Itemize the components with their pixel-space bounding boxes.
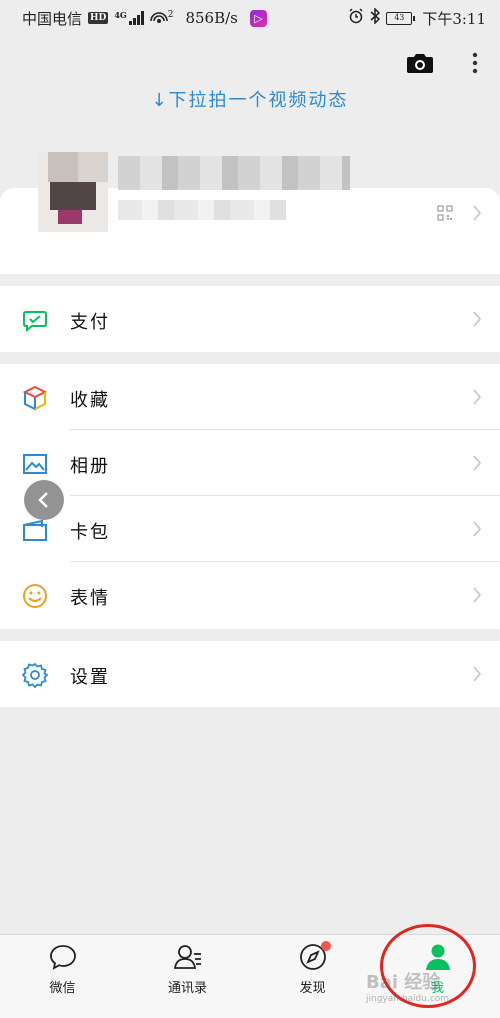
video-app-icon: ▷ [249,9,267,27]
menu-item-label: 卡包 [70,522,110,543]
chevron-right-icon [473,205,482,221]
avatar[interactable] [38,152,108,232]
menu-item-settings[interactable]: 设置 [0,641,500,707]
chevron-right-icon [473,389,482,405]
chevron-right-icon [473,587,482,603]
pay-section: 支付 [0,286,500,352]
alarm-icon [348,8,364,28]
wechat-id-redacted [118,200,286,220]
card-wallet-icon [23,519,47,541]
album-icon [23,454,47,474]
more-options-button[interactable] [466,50,484,76]
more-vertical-icon [472,52,478,74]
hotspot-icon: 2 [149,10,174,26]
watermark-text: Bai 经验 [366,972,441,993]
menu-item-favorites[interactable]: 收藏 [0,364,500,430]
status-bar: 中国电信 HD 4G 2 856B/s ▷ 43 下午3:11 [0,0,500,36]
menu-item-label: 相册 [70,456,110,477]
status-bar-right: 43 下午3:11 [348,7,486,29]
carrier-name: 中国电信 [22,9,83,28]
contacts-icon [173,945,201,969]
watermark-url: jingyan.baidu.com [366,994,450,1004]
network-speed: 856B/s [185,9,238,27]
notification-dot [320,941,331,951]
tab-contacts[interactable]: 通讯录 [125,935,250,1018]
settings-section: 设置 [0,641,500,707]
menu-item-stickers[interactable]: 表情 [0,562,500,628]
clock: 下午3:11 [422,9,486,28]
gear-icon [22,662,48,688]
tab-chats[interactable]: 微信 [0,935,125,1018]
tab-label: 通讯录 [167,981,207,996]
smiley-icon [23,584,47,608]
chat-bubble-icon [49,945,76,970]
menu-item-label: 收藏 [70,390,110,411]
tab-discover[interactable]: 发现 [250,935,375,1018]
tab-label: 微信 [49,981,76,996]
chevron-left-icon [38,492,48,508]
menu-item-label: 设置 [70,667,110,688]
qr-code-icon[interactable] [437,205,453,221]
floating-back-button[interactable] [24,480,64,520]
chevron-right-icon [473,455,482,471]
menu-item-cards[interactable]: 卡包 [0,496,500,562]
menu-item-label: 表情 [70,588,110,609]
menu-item-album[interactable]: 相册 [0,430,500,496]
bluetooth-icon [370,7,381,28]
signal-icon: 4G [114,10,144,25]
services-section: 收藏 相册 卡包 表情 [0,364,500,629]
menu-item-pay[interactable]: 支付 [0,286,500,352]
nickname-redacted [118,156,350,190]
tab-label: 发现 [299,981,326,996]
wechat-pay-icon [23,311,47,333]
chevron-right-icon [473,521,482,537]
chevron-right-icon [473,311,482,327]
hd-badge: HD [88,12,109,24]
hotspot-level: 2 [167,10,174,20]
chevron-right-icon [473,666,482,682]
watermark: Bai 经验 jingyan.baidu.com [366,968,449,1004]
network-type: 4G [114,10,127,20]
pull-down-video-hint[interactable]: ↓下拉拍一个视频动态 [0,86,500,112]
battery-level: 43 [394,12,405,22]
camera-icon [407,54,433,73]
camera-button[interactable] [406,52,434,74]
status-bar-left: 中国电信 HD 4G 2 856B/s ▷ [22,8,267,29]
favorites-cube-icon [22,385,48,411]
menu-item-label: 支付 [70,312,110,333]
battery-icon: 43 [386,11,416,25]
